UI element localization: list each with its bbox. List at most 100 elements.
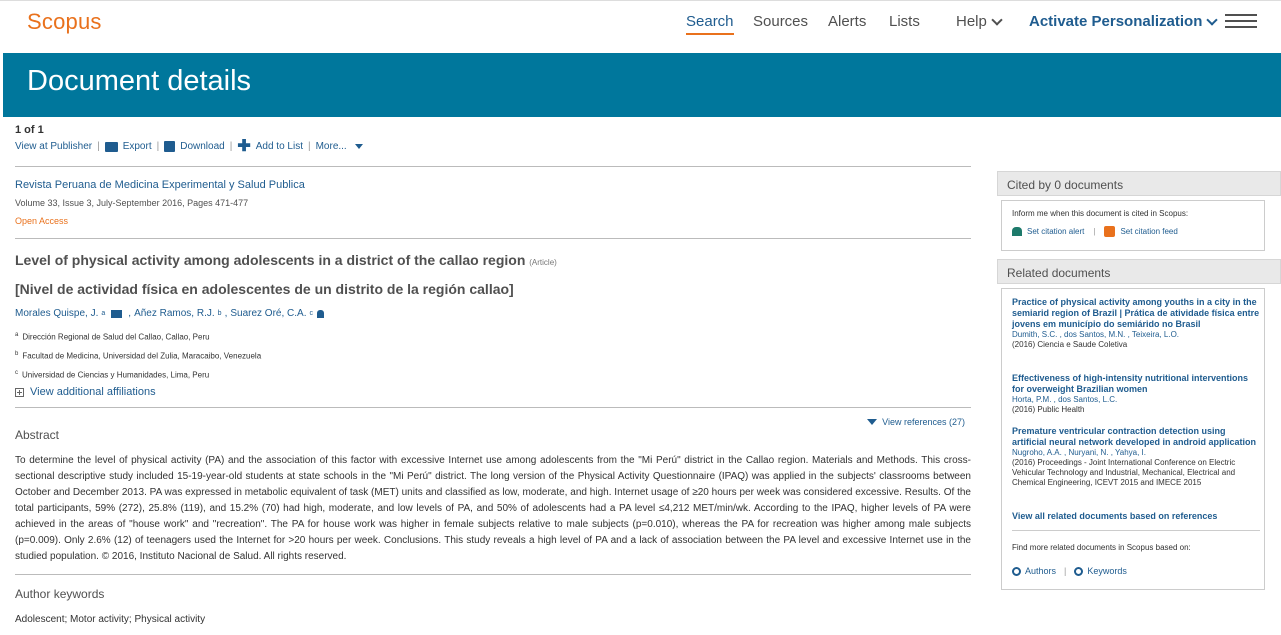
view-all-related-link[interactable]: View all related documents based on refe… <box>1012 511 1217 521</box>
email-icon[interactable] <box>111 309 123 318</box>
chevron-down-icon <box>991 13 1003 26</box>
nav-alerts[interactable]: Alerts <box>828 13 866 30</box>
export-label: Export <box>122 141 152 152</box>
document-title-alt: [Nivel de actividad física en adolescent… <box>15 281 514 297</box>
related-document-title[interactable]: Practice of physical activity among yout… <box>1012 297 1260 330</box>
related-document: Practice of physical activity among yout… <box>1012 297 1260 350</box>
affiliation: a Dirección Regional de Salud del Callao,… <box>15 332 210 342</box>
author-sup: c <box>309 310 313 317</box>
export-icon <box>104 141 118 152</box>
author-link[interactable]: Suarez Oré, C.A. <box>230 308 306 319</box>
view-additional-affiliations[interactable]: View additional affiliations <box>15 386 156 398</box>
search-icon <box>1074 566 1084 576</box>
related-documents-body: Practice of physical activity among yout… <box>1001 288 1265 590</box>
document-type: (Article) <box>529 258 557 267</box>
set-citation-feed-link[interactable]: Set citation feed <box>1120 227 1177 236</box>
rss-icon <box>1104 226 1116 237</box>
related-document-authors[interactable]: Nugroho, A.A. , Nuryani, N. , Yahya, I. <box>1012 448 1260 458</box>
related-document-title[interactable]: Effectiveness of high-intensity nutritio… <box>1012 373 1260 395</box>
inform-text: Inform me when this document is cited in… <box>1012 209 1189 218</box>
divider <box>1012 530 1260 531</box>
author-link[interactable]: Añez Ramos, R.J. <box>134 308 215 319</box>
author-link[interactable]: Morales Quispe, J. <box>15 308 98 319</box>
affiliation: b Facultad de Medicina, Universidad del Z… <box>15 351 261 361</box>
download-button[interactable]: Download <box>164 141 225 152</box>
bell-icon <box>1012 227 1022 236</box>
citation-links: Set citation alert | Set citation feed <box>1012 226 1178 237</box>
divider <box>15 407 971 408</box>
author-sup: b <box>217 310 222 317</box>
find-more-text: Find more related documents in Scopus ba… <box>1012 543 1191 552</box>
set-citation-alert-link[interactable]: Set citation alert <box>1027 227 1084 236</box>
triangle-down-icon <box>867 419 878 425</box>
author-list: Morales Quispe, J. a , Añez Ramos, R.J. b … <box>15 308 324 319</box>
nav-lists[interactable]: Lists <box>889 13 920 30</box>
nav-search[interactable]: Search <box>686 13 734 35</box>
related-document-title[interactable]: Premature ventricular contraction detect… <box>1012 426 1260 448</box>
nav-activate-label: Activate Personalization <box>1029 13 1203 30</box>
nav-sources[interactable]: Sources <box>753 13 808 30</box>
related-document-source: (2016) Ciencia e Saude Coletiva <box>1012 340 1128 349</box>
expand-icon <box>15 387 24 397</box>
related-document: Premature ventricular contraction detect… <box>1012 426 1260 488</box>
related-document-source: (2016) Proceedings - Joint International… <box>1012 458 1236 487</box>
plus-icon: ✚ <box>237 137 251 155</box>
download-icon <box>164 141 176 152</box>
nav-activate-personalization[interactable]: Activate Personalization <box>1029 13 1219 30</box>
related-by-keywords-link[interactable]: Keywords <box>1087 566 1127 576</box>
chevron-down-icon <box>1206 13 1219 26</box>
search-icon <box>1012 566 1021 576</box>
find-more-links: Authors | Keywords <box>1012 566 1127 576</box>
nav-help[interactable]: Help <box>956 13 1003 30</box>
author-sup: a <box>101 310 106 317</box>
person-icon <box>316 309 324 318</box>
volume-info: Volume 33, Issue 3, July-September 2016,… <box>15 198 249 208</box>
abstract-text: To determine the level of physical activ… <box>15 455 971 562</box>
view-references-link[interactable]: View references (27) <box>867 417 965 427</box>
caret-down-icon <box>354 144 363 149</box>
view-at-publisher-link[interactable]: View at Publisher <box>15 141 92 152</box>
cited-by-heading: Cited by 0 documents <box>997 171 1281 196</box>
document-title: Level of physical activity among adolesc… <box>15 252 557 268</box>
affiliation-sup: c <box>15 370 18 376</box>
related-document-authors[interactable]: Dumith, S.C. , dos Santos, M.N. , Teixei… <box>1012 330 1260 340</box>
document-actions-bar: View at Publisher | Export | Download | … <box>15 137 363 155</box>
cited-by-panel: Cited by 0 documents Inform me when this… <box>997 171 1281 251</box>
journal-link[interactable]: Revista Peruana de Medicina Experimental… <box>15 179 305 191</box>
top-navbar: Scopus Search Sources Alerts Lists Help … <box>0 0 1281 53</box>
affiliation-sup: a <box>15 332 19 338</box>
page-title: Document details <box>27 65 252 97</box>
affiliation: c Universidad de Ciencias y Humanidades, … <box>15 370 209 380</box>
nav-help-label: Help <box>956 13 987 30</box>
keywords-text: Adolescent; Motor activity; Physical act… <box>15 614 206 625</box>
related-documents-panel: Related documents Practice of physical a… <box>997 259 1281 590</box>
related-document: Effectiveness of high-intensity nutritio… <box>1012 373 1260 415</box>
keywords-heading: Author keywords <box>15 587 105 601</box>
related-document-source: (2016) Public Health <box>1012 405 1085 414</box>
menu-icon[interactable] <box>1225 14 1257 28</box>
divider <box>15 166 971 167</box>
view-references-label: View references (27) <box>882 417 965 427</box>
related-by-authors-link[interactable]: Authors <box>1025 566 1056 576</box>
related-document-authors[interactable]: Horta, P.M. , dos Santos, L.C. <box>1012 395 1260 405</box>
scopus-logo[interactable]: Scopus <box>27 9 102 35</box>
affiliation-text: Dirección Regional de Salud del Callao, … <box>22 332 210 342</box>
abstract-heading: Abstract <box>15 428 60 442</box>
divider <box>15 574 971 575</box>
document-title-text: Level of physical activity among adolesc… <box>15 252 526 268</box>
export-button[interactable]: Export <box>104 141 152 152</box>
add-to-list-label: Add to List <box>255 141 303 152</box>
affiliation-sup: b <box>15 351 19 357</box>
open-access-badge: Open Access <box>15 216 69 226</box>
page-banner: Document details <box>3 53 1281 117</box>
more-label: More... <box>315 141 347 152</box>
view-additional-affiliations-label: View additional affiliations <box>30 386 156 398</box>
affiliation-text: Facultad de Medicina, Universidad del Zu… <box>22 351 262 361</box>
related-documents-heading: Related documents <box>997 259 1281 284</box>
add-to-list-button[interactable]: ✚ Add to List <box>237 137 303 155</box>
cited-by-body: Inform me when this document is cited in… <box>1001 200 1265 251</box>
affiliation-text: Universidad de Ciencias y Humanidades, L… <box>22 370 210 380</box>
divider <box>15 238 971 239</box>
more-dropdown[interactable]: More... <box>316 141 363 152</box>
result-count: 1 of 1 <box>15 124 44 136</box>
